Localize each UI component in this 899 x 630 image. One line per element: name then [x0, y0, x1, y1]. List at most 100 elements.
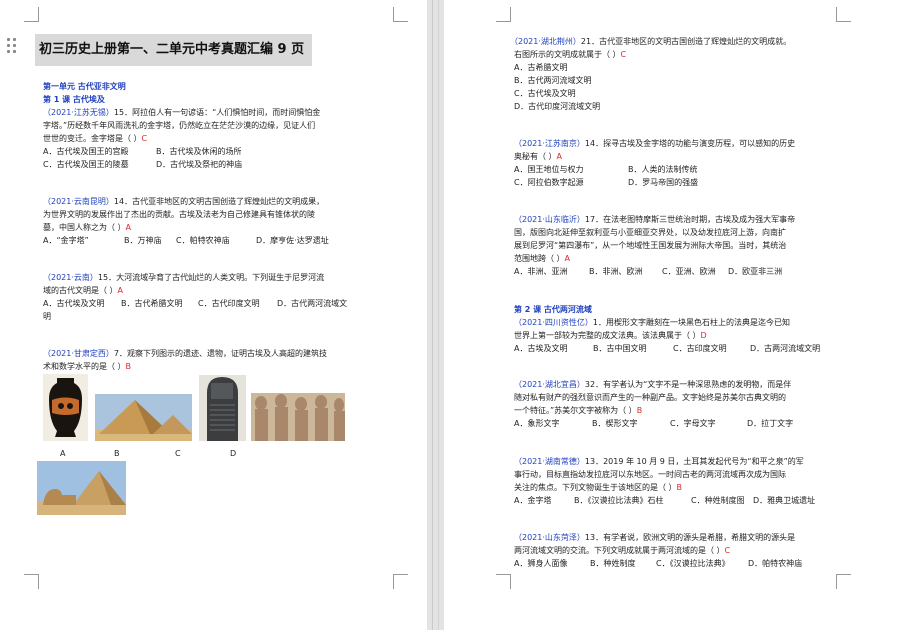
option: C．帕特农神庙	[176, 236, 230, 245]
question-answer: A	[564, 254, 571, 263]
option: B．人类的法制传统	[628, 165, 698, 174]
question-answer: B	[125, 362, 132, 371]
question-source: （2021·江苏无锡）	[43, 108, 114, 117]
option: B．古代两河流域文明	[514, 76, 592, 85]
option: D．古代印度河流域文明	[514, 102, 601, 111]
terracotta-figures-image	[251, 393, 345, 441]
image-label: C	[175, 449, 181, 458]
image-label: B	[114, 449, 120, 458]
option: B．古代埃及休闲的场所	[156, 147, 242, 156]
crop-mark	[24, 7, 39, 22]
crop-mark	[393, 7, 408, 22]
greek-vase-image	[43, 374, 88, 441]
option: C．古代埃及文明	[514, 89, 576, 98]
option: A．古埃及文明	[514, 344, 568, 353]
question-stem: 关注的焦点。下列文物诞生于该地区的是（ ）	[514, 483, 677, 492]
crop-mark	[393, 574, 408, 589]
question-stem: 14．探寻古埃及金字塔的功能与演变历程，可以感知的历史	[584, 139, 796, 148]
question-stem: 世世的变迁。金字塔是（ ）	[43, 134, 142, 143]
question-stem: 7．观察下列图示的遗迹、遗物，证明古埃及人高超的建筑技	[113, 349, 327, 358]
option: A．“金字塔”	[43, 236, 89, 245]
option: B．非洲、欧洲	[589, 267, 643, 276]
question-source: （2021·湖北荆州）	[510, 37, 581, 46]
question-stem: 展到尼罗河“第四瀑布”，从一个地域性王国发展为洲际大帝国。当时，其统治	[514, 241, 787, 250]
option: C．阿拉伯数字起源	[514, 178, 584, 187]
question-source: （2021·江苏南京）	[514, 139, 585, 148]
question-stem: 随对私有财产的强烈意识而产生的一种副产品。文字始终是苏美尔古典文明的	[514, 393, 786, 402]
crop-mark	[496, 7, 511, 22]
option: 明	[43, 312, 51, 321]
hammurabi-stele-image	[199, 375, 246, 441]
image-label: A	[60, 449, 66, 458]
option: A．古希腊文明	[514, 63, 568, 72]
question-answer: B	[676, 483, 683, 492]
question-stem: 为世界文明的发展作出了杰出的贡献。古埃及法老为自己修建具有锥体状的陵	[43, 210, 315, 219]
paragraph-drag-handle-icon[interactable]	[7, 38, 19, 54]
option: D．古代埃及祭祀的神庙	[156, 160, 243, 169]
option: C．字母文字	[670, 419, 716, 428]
crop-mark	[836, 574, 851, 589]
option: A．古代埃及文明	[43, 299, 105, 308]
option: C．古代埃及国王的陵墓	[43, 160, 129, 169]
crop-mark	[836, 7, 851, 22]
lesson-heading: 第 1 课 古代埃及	[43, 95, 105, 104]
crop-mark	[496, 574, 511, 589]
document-title[interactable]: 初三历史上册第一、二单元中考真题汇编 9 页	[35, 34, 312, 66]
question-stem: 字塔。”历经数千年风雨洗礼的金字塔，仍然屹立在茫茫沙漠的边缘，见证人们	[43, 121, 316, 130]
question-source: （2021·甘肃定西）	[43, 349, 114, 358]
option: D．欧亚非三洲	[728, 267, 783, 276]
option: B．《汉谟拉比法典》石柱	[574, 496, 664, 505]
question-source: （2021·云南昆明）	[43, 197, 114, 206]
document-page-left: 初三历史上册第一、二单元中考真题汇编 9 页 第一单元 古代亚非文明 第 1 课…	[0, 0, 427, 630]
question-stem: 17．在法老图特摩斯三世统治时期，古埃及成为强大军事帝	[584, 215, 796, 224]
question-answer: C	[620, 50, 627, 59]
crop-mark	[24, 574, 39, 589]
option: B．种姓制度	[590, 559, 636, 568]
question-stem: 事行动，目标直指幼发拉底河以东地区。一时间古老的两河流域再次成为国际	[514, 470, 786, 479]
question-stem: 奥秘有（ ）	[514, 152, 557, 161]
option: A．金字塔	[514, 496, 552, 505]
question-stem: 13．有学者说，欧洲文明的源头是希腊，希腊文明的源头是	[584, 533, 796, 542]
option: D．帕特农神庙	[748, 559, 803, 568]
pyramid-image	[95, 394, 192, 441]
question-source: （2021·四川资性亿）	[514, 318, 593, 327]
question-stem: 术和数学水平的是（ ）	[43, 362, 126, 371]
lesson-heading: 第 2 课 古代两河流域	[514, 305, 592, 314]
question-source: （2021·山东菏泽）	[514, 533, 585, 542]
option: A．狮身人面像	[514, 559, 568, 568]
question-source: （2021·山东临沂）	[514, 215, 585, 224]
option: C．《汉谟拉比法典》	[656, 559, 730, 568]
option: B．古代希腊文明	[121, 299, 183, 308]
question-stem: 右图所示的文明成就属于（ ）	[514, 50, 621, 59]
question-answer: C	[724, 546, 731, 555]
option: C．古代印度文明	[198, 299, 260, 308]
question-stem: 14．古代亚非地区的文明古国创造了辉煌灿烂的文明成果，	[113, 197, 325, 206]
option: B．楔形文字	[592, 419, 638, 428]
question-source: （2021·云南）	[43, 273, 98, 282]
question-stem: 15．阿拉伯人有一句谚语：“人们惧怕时间，而时间惧怕金	[113, 108, 321, 117]
option: A．非洲、亚洲	[514, 267, 568, 276]
option: B．万神庙	[124, 236, 162, 245]
question-stem: 国，版图向北延伸至叙利亚与小亚细亚交界处，以及幼发拉底河上游，向南扩	[514, 228, 786, 237]
option: D．拉丁文字	[747, 419, 794, 428]
option: D．雅典卫城遗址	[753, 496, 816, 505]
question-stem: 21．古代亚非地区的文明古国创造了辉煌灿烂的文明成就。	[580, 37, 792, 46]
question-answer: B	[636, 406, 643, 415]
unit-heading: 第一单元 古代亚非文明	[43, 82, 126, 91]
option: D．古代两河流域文	[277, 299, 348, 308]
option: D．古两河流域文明	[750, 344, 821, 353]
question-stem: 一个特征。”苏美尔文字被称为（ ）	[514, 406, 637, 415]
sphinx-pyramid-image	[37, 461, 126, 515]
option: C．亚洲、欧洲	[662, 267, 716, 276]
option: A．国王地位与权力	[514, 165, 584, 174]
option: A．象形文字	[514, 419, 560, 428]
option: D．摩亨佐·达罗遗址	[256, 236, 329, 245]
question-stem: 13．2019 年 10 月 9 日，土耳其发起代号为“和平之泉”的军	[584, 457, 804, 466]
document-page-right: （2021·湖北荆州）21．古代亚非地区的文明古国创造了辉煌灿烂的文明成就。 右…	[444, 0, 899, 630]
option: B．古中国文明	[593, 344, 647, 353]
question-stem: 域的古代文明是（ ）	[43, 286, 118, 295]
image-label: D	[230, 449, 237, 458]
question-stem: 世界上第一部较为完整的成文法典。该法典属于（ ）	[514, 331, 701, 340]
option: D．罗马帝国的强盛	[628, 178, 699, 187]
question-source: （2021·湖北宜昌）	[514, 380, 585, 389]
